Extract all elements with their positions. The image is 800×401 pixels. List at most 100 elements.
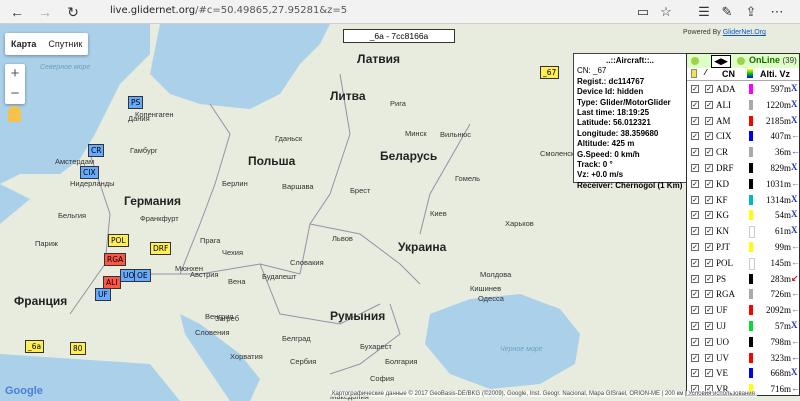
show-checkbox[interactable]: ✓ (705, 195, 713, 204)
aircraft-cn[interactable]: UV (716, 353, 729, 363)
aircraft-cn[interactable]: ALI (716, 100, 731, 110)
aircraft-row[interactable]: ✓ ✓ KN 61m X (687, 223, 799, 239)
track-checkbox[interactable]: ✓ (691, 322, 699, 330)
aircraft-cn[interactable]: CIX (716, 131, 732, 141)
aircraft-marker[interactable]: CR (88, 144, 105, 157)
aircraft-marker[interactable]: UF (95, 288, 111, 301)
aircraft-marker[interactable]: CIX (80, 166, 99, 179)
aircraft-cn[interactable]: KG (716, 210, 729, 220)
track-checkbox[interactable]: ✓ (691, 100, 699, 109)
glidernet-link[interactable]: GliderNet.Org (723, 29, 766, 36)
show-checkbox[interactable]: ✓ (705, 274, 713, 283)
aircraft-cn[interactable]: DRF (716, 163, 734, 173)
aircraft-marker[interactable]: _67 (540, 66, 560, 79)
aircraft-cn[interactable]: KF (716, 195, 728, 205)
aircraft-row[interactable]: ✓ ✓ UF 2092m ← (687, 302, 800, 318)
track-checkbox[interactable]: ✓ (691, 290, 699, 299)
track-checkbox[interactable]: ✓ (691, 258, 699, 267)
share-icon[interactable]: ⇪ (742, 3, 760, 21)
show-checkbox[interactable]: ✓ (705, 306, 713, 315)
track-checkbox[interactable]: ✓ (691, 164, 699, 172)
aircraft-row[interactable]: ✓ ✓ UJ 57m X (687, 318, 799, 334)
track-checkbox[interactable]: ✓ (691, 132, 699, 141)
aircraft-row[interactable]: ✓ ✓ CR 36m ← (687, 144, 800, 160)
show-checkbox[interactable]: ✓ (705, 164, 713, 172)
track-checkbox[interactable]: ✓ (691, 337, 699, 346)
aircraft-row[interactable]: ✓ ✓ ADA 597m X (687, 81, 799, 97)
aircraft-row[interactable]: ✓ ✓ DRF 829m X (687, 160, 799, 176)
aircraft-marker[interactable]: DRF (150, 242, 172, 255)
show-checkbox[interactable]: ✓ (705, 290, 713, 299)
show-checkbox[interactable]: ✓ (705, 85, 713, 93)
track-checkbox[interactable]: ✓ (691, 195, 699, 204)
show-checkbox[interactable]: ✓ (705, 258, 713, 267)
show-checkbox[interactable]: ✓ (705, 353, 713, 362)
track-checkbox[interactable]: ✓ (691, 274, 699, 283)
forward-icon[interactable]: → (36, 3, 54, 21)
col-cn-header[interactable]: CN (722, 69, 735, 79)
aircraft-cn[interactable]: UF (716, 305, 728, 315)
aircraft-cn[interactable]: RGA (716, 289, 735, 299)
aircraft-row[interactable]: ✓ ✓ KF 1314m X (687, 192, 799, 208)
track-checkbox[interactable]: ✓ (691, 306, 699, 315)
show-checkbox[interactable]: ✓ (705, 148, 713, 157)
zoom-in-button[interactable]: + (5, 64, 25, 84)
more-icon[interactable]: ⋯ (768, 3, 786, 21)
sort-icon[interactable]: ⁄ (705, 68, 706, 77)
track-checkbox[interactable]: ✓ (691, 179, 699, 188)
aircraft-cn[interactable]: KD (716, 179, 729, 189)
aircraft-row[interactable]: ✓ ✓ KG 54m X (687, 207, 799, 223)
refresh-icon[interactable]: ↻ (64, 3, 82, 21)
aircraft-marker[interactable]: _6a (25, 340, 45, 353)
aircraft-marker[interactable]: POL (108, 234, 129, 247)
aircraft-row[interactable]: ✓ ✓ UV 323m ← (687, 350, 800, 366)
address-bar[interactable]: live.glidernet.org/#c=50.49865,27.95281&… (110, 5, 347, 16)
pegman-icon[interactable] (8, 106, 21, 122)
show-checkbox[interactable]: ✓ (705, 337, 713, 346)
aircraft-row[interactable]: ✓ ✓ PJT 99m ← (687, 239, 800, 255)
hub-icon[interactable]: ☰ (695, 3, 713, 21)
aircraft-row[interactable]: ✓ ✓ CIX 407m ← (687, 128, 800, 144)
aircraft-row[interactable]: ✓ ✓ UO 798m ← (687, 334, 800, 350)
notes-icon[interactable]: ✎ (718, 3, 736, 21)
aircraft-cn[interactable]: VE (716, 368, 728, 378)
show-checkbox[interactable]: ✓ (705, 322, 713, 330)
track-checkbox[interactable]: ✓ (691, 116, 699, 125)
track-checkbox[interactable]: ✓ (691, 243, 699, 251)
col-alt-header[interactable]: Alti. Vz (760, 69, 790, 79)
zoom-out-button[interactable]: − (5, 84, 25, 104)
reader-icon[interactable]: ▭ (634, 3, 652, 21)
aircraft-row[interactable]: ✓ ✓ POL 145m ← (687, 255, 800, 271)
track-checkbox[interactable]: ✓ (691, 211, 699, 220)
map-type-button[interactable]: Карта (5, 33, 42, 55)
track-checkbox[interactable]: ✓ (691, 85, 699, 93)
aircraft-row[interactable]: ✓ ✓ RGA 726m ← (687, 286, 800, 302)
track-checkbox[interactable]: ✓ (691, 227, 699, 236)
aircraft-cn[interactable]: CR (716, 147, 728, 157)
show-checkbox[interactable]: ✓ (705, 100, 713, 109)
show-checkbox[interactable]: ✓ (705, 116, 713, 125)
aircraft-cn[interactable]: PJT (716, 242, 730, 252)
show-checkbox[interactable]: ✓ (705, 211, 713, 220)
satellite-type-button[interactable]: Спутник (42, 33, 88, 55)
aircraft-marker[interactable]: PS (128, 96, 144, 109)
show-checkbox[interactable]: ✓ (705, 227, 713, 236)
favorite-icon[interactable]: ☆ (657, 3, 675, 21)
aircraft-cn[interactable]: UJ (716, 321, 726, 331)
aircraft-marker[interactable]: OE (134, 269, 151, 282)
aircraft-cn[interactable]: PS (716, 274, 726, 284)
aircraft-marker[interactable]: 80 (70, 342, 86, 355)
aircraft-row[interactable]: ✓ ✓ KD 1031m ← (687, 176, 800, 192)
resize-arrows-icon[interactable]: ◀▶ (711, 55, 731, 68)
show-checkbox[interactable]: ✓ (705, 132, 713, 141)
aircraft-cn[interactable]: UO (716, 337, 729, 347)
track-checkbox[interactable]: ✓ (691, 369, 699, 378)
track-checkbox[interactable]: ✓ (691, 148, 699, 157)
aircraft-cn[interactable]: AM (716, 116, 731, 126)
show-checkbox[interactable]: ✓ (705, 243, 713, 251)
aircraft-row[interactable]: ✓ ✓ VE 668m X (687, 365, 799, 381)
track-checkbox[interactable]: ✓ (691, 353, 699, 362)
aircraft-cn[interactable]: ADA (716, 84, 736, 94)
aircraft-row[interactable]: ✓ ✓ ALI 1220m X (687, 97, 799, 113)
aircraft-row[interactable]: ✓ ✓ PS 283m ↙ (687, 271, 799, 287)
